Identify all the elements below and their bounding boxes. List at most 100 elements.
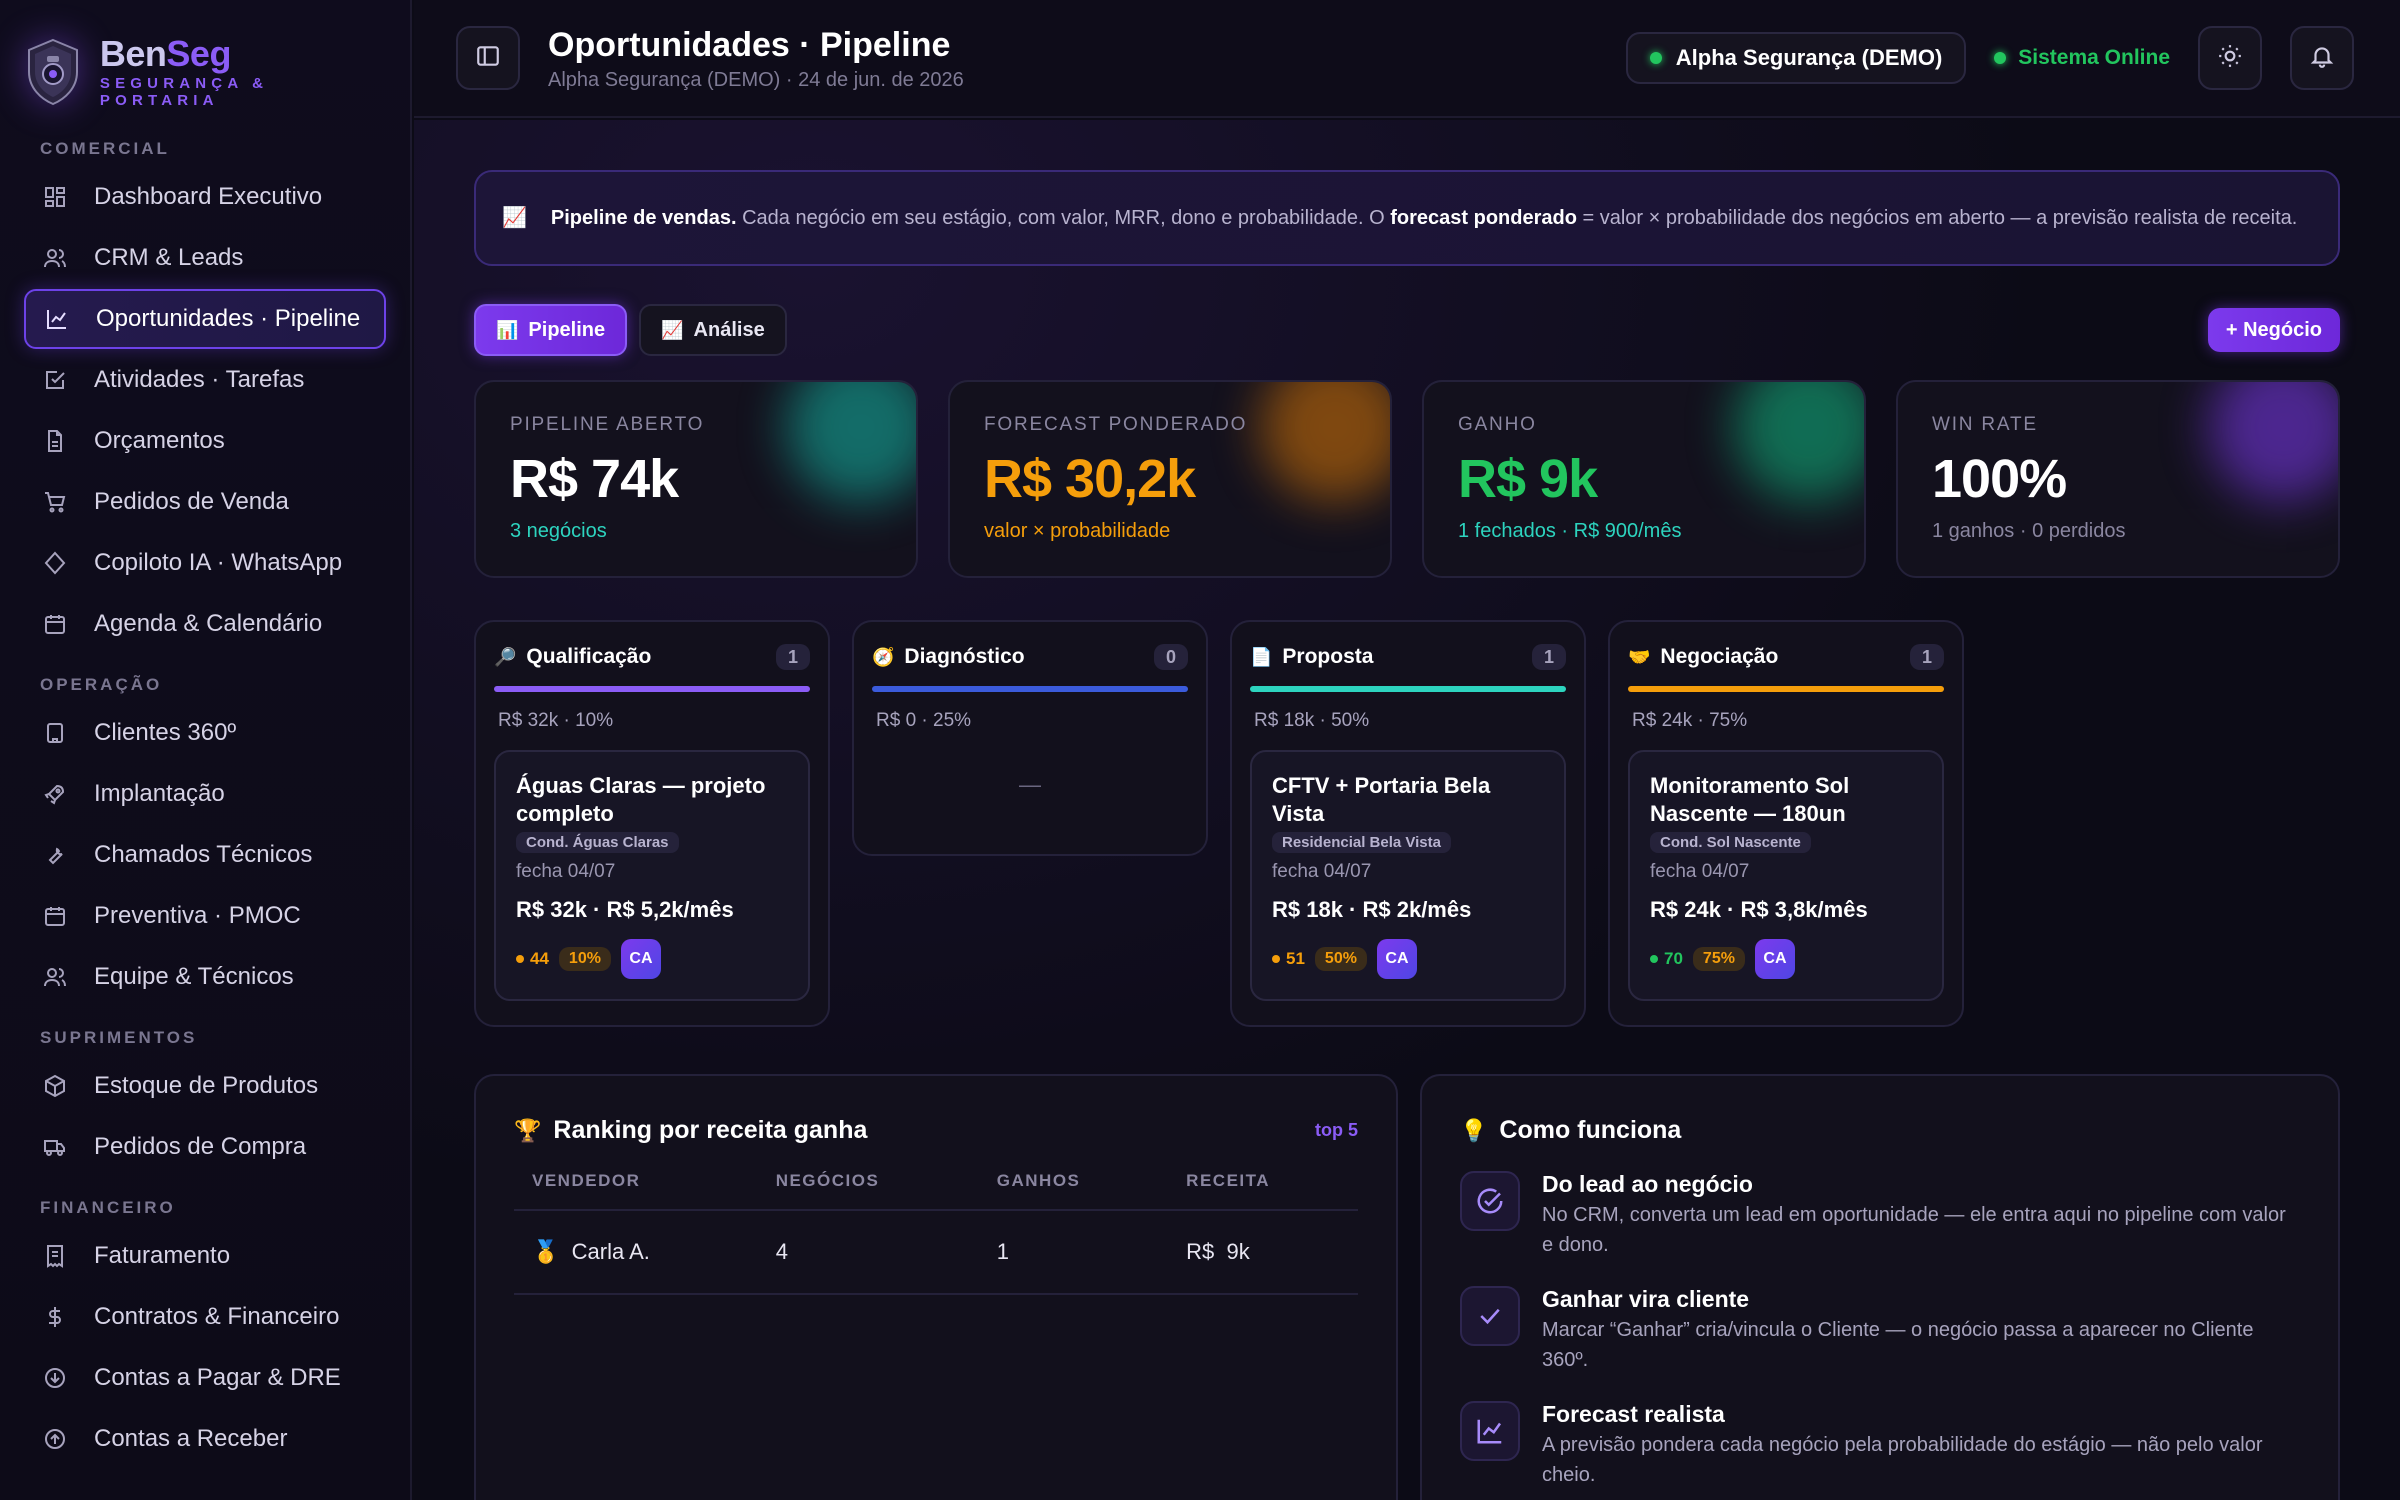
task-icon (40, 365, 70, 395)
sidebar-item-label: Agenda & Calendário (94, 610, 323, 637)
column-header[interactable]: NEGÓCIOS (757, 1171, 979, 1211)
deal-card[interactable]: Águas Claras — projeto completo Cond. Ág… (494, 750, 810, 1001)
box-icon (40, 1071, 70, 1101)
nav-section-comercial: COMERCIAL Dashboard Executivo CRM & Lead… (0, 132, 410, 654)
panel-title: Como funciona (1499, 1116, 1682, 1144)
page-emoji-icon: 📄 (1250, 646, 1273, 667)
sidebar-item-label: Contratos & Financeiro (94, 1303, 340, 1330)
chart-icon (1460, 1401, 1520, 1461)
score-dot-icon (516, 955, 524, 963)
stage-color-bar (494, 686, 810, 692)
stage-count-badge: 1 (776, 644, 810, 670)
deal-score: 44 (516, 949, 549, 969)
sidebar-item-pipeline[interactable]: Oportunidades · Pipeline (24, 289, 386, 349)
deal-title: Monitoramento Sol Nascente — 180un (1650, 773, 1850, 826)
receipt-icon (40, 1241, 70, 1271)
stage-column-qualification: 🔎 Qualificação 1 R$ 32k · 10% Águas Clar… (474, 620, 830, 1027)
status-dot-icon (1994, 52, 2007, 64)
brand-subtitle: SEGURANÇA & PORTARIA (99, 75, 269, 109)
deal-close-date: fecha 04/07 (516, 861, 616, 882)
pipeline-board: 🔎 Qualificação 1 R$ 32k · 10% Águas Clar… (474, 620, 1986, 1027)
stage-column-negotiation: 🤝 Negociação 1 R$ 24k · 75% Monitorament… (1608, 620, 1964, 1027)
owner-avatar[interactable]: CA (620, 939, 661, 979)
theme-toggle-button[interactable] (2198, 26, 2262, 90)
sidebar-item-implantation[interactable]: Implantação (24, 764, 386, 824)
main-content: 📈 Pipeline de vendas. Cada negócio em se… (414, 120, 2400, 1500)
deals-cell: 4 (757, 1210, 979, 1295)
sidebar-item-calendar[interactable]: Agenda & Calendário (24, 594, 386, 654)
new-deal-button[interactable]: + Negócio (2207, 308, 2340, 352)
stage-color-bar (1628, 686, 1944, 692)
deal-card[interactable]: Monitoramento Sol Nascente — 180un Cond.… (1628, 750, 1944, 1001)
nav-section-suprimentos: SUPRIMENTOS Estoque de Produtos Pedidos … (0, 1021, 410, 1177)
kpi-sub: 1 fechados · R$ 900/mês (1458, 520, 1682, 542)
tab-label: Análise (693, 318, 765, 341)
sidebar-item-team[interactable]: Equipe & Técnicos (24, 947, 386, 1007)
sidebar-item-preventive[interactable]: Preventiva · PMOC (24, 886, 386, 946)
sidebar-item-label: Equipe & Técnicos (94, 963, 294, 990)
seller-cell: 🥇 Carla A. (514, 1210, 758, 1295)
owner-avatar[interactable]: CA (1376, 939, 1417, 979)
document-icon (40, 426, 70, 456)
notifications-button[interactable] (2290, 26, 2354, 90)
sidebar-item-label: Contas a Pagar & DRE (94, 1364, 341, 1391)
dollar-icon (40, 1302, 70, 1332)
sidebar-item-tickets[interactable]: Chamados Técnicos (24, 825, 386, 885)
sidebar-item-sales-orders[interactable]: Pedidos de Venda (24, 472, 386, 532)
online-dot-icon (1649, 52, 1662, 64)
sidebar-item-quotes[interactable]: Orçamentos (24, 411, 386, 471)
sidebar-item-label: Copiloto IA · WhatsApp (94, 549, 343, 576)
stage-name: Negociação (1660, 645, 1779, 668)
sidebar-item-payables[interactable]: Contas a Pagar & DRE (24, 1348, 386, 1408)
sidebar-item-label: Pedidos de Compra (94, 1133, 307, 1160)
table-row[interactable]: 🥇 Carla A. 4 1 R$ 9k (514, 1210, 1358, 1295)
sidebar-item-label: Preventiva · PMOC (94, 902, 301, 929)
how-item: Forecast realista A previsão pondera cad… (1460, 1401, 2300, 1490)
sidebar-item-copilot[interactable]: Copiloto IA · WhatsApp (24, 533, 386, 593)
kpi-card-open-pipeline: PIPELINE ABERTO R$ 74k 3 negócios (474, 380, 918, 578)
sidebar-item-receivables[interactable]: Contas a Receber (24, 1409, 386, 1469)
view-tabs: 📊 Pipeline 📈 Análise (474, 304, 799, 356)
sidebar-item-clients[interactable]: Clientes 360º (24, 703, 386, 763)
kpi-value: R$ 30,2k (984, 449, 1196, 509)
won-cell: 1 (978, 1210, 1169, 1295)
nav-section-operacao: OPERAÇÃO Clientes 360º Implantação Chama… (0, 668, 410, 1007)
tenant-selector[interactable]: Alpha Segurança (DEMO) (1625, 32, 1967, 84)
building-icon (40, 718, 70, 748)
check-circle-icon (1460, 1171, 1520, 1231)
deal-value: R$ 18k · R$ 2k/mês (1272, 897, 1472, 922)
owner-avatar[interactable]: CA (1754, 939, 1795, 979)
sidebar-item-billing[interactable]: Faturamento (24, 1226, 386, 1286)
how-item-text: A previsão pondera cada negócio pela pro… (1542, 1434, 2263, 1486)
deal-card[interactable]: CFTV + Portaria Bela Vista Residencial B… (1250, 750, 1566, 1001)
sidebar-item-purchase-orders[interactable]: Pedidos de Compra (24, 1117, 386, 1177)
tab-analysis[interactable]: 📈 Análise (639, 304, 787, 356)
sidebar-item-label: Implantação (94, 780, 225, 807)
tab-pipeline[interactable]: 📊 Pipeline (474, 304, 628, 356)
deal-score: 51 (1272, 949, 1305, 969)
top5-link[interactable]: top 5 (1315, 1120, 1358, 1141)
column-header[interactable]: GANHOS (978, 1171, 1169, 1211)
sidebar-item-dashboard[interactable]: Dashboard Executivo (24, 167, 386, 227)
kpi-label: FORECAST PONDERADO (984, 414, 1248, 435)
brand[interactable]: BenSeg SEGURANÇA & PORTARIA (0, 0, 410, 118)
column-header[interactable]: VENDEDOR (514, 1171, 758, 1211)
sidebar-item-activities[interactable]: Atividades · Tarefas (24, 350, 386, 410)
stage-count-badge: 1 (1532, 644, 1566, 670)
how-item: Ganhar vira cliente Marcar “Ganhar” cria… (1460, 1286, 2300, 1375)
diamond-icon (40, 548, 70, 578)
sidebar-item-crm[interactable]: CRM & Leads (24, 228, 386, 288)
sidebar-item-contracts[interactable]: Contratos & Financeiro (24, 1287, 386, 1347)
ranking-table: VENDEDOR NEGÓCIOS GANHOS RECEITA 🥇 Carla… (514, 1171, 1358, 1295)
calendar-icon (40, 609, 70, 639)
sidebar-toggle-button[interactable] (456, 26, 520, 90)
sidebar-item-stock[interactable]: Estoque de Produtos (24, 1056, 386, 1116)
section-label: OPERAÇÃO (40, 675, 163, 694)
deal-score: 70 (1650, 949, 1683, 969)
kpi-row: PIPELINE ABERTO R$ 74k 3 negócios FORECA… (474, 380, 2340, 578)
column-header[interactable]: RECEITA (1168, 1171, 1358, 1211)
sidebar-item-label: Orçamentos (94, 427, 225, 454)
panel-left-icon (475, 43, 501, 74)
sidebar-item-label: Oportunidades · Pipeline (96, 305, 361, 332)
truck-icon (40, 1132, 70, 1162)
